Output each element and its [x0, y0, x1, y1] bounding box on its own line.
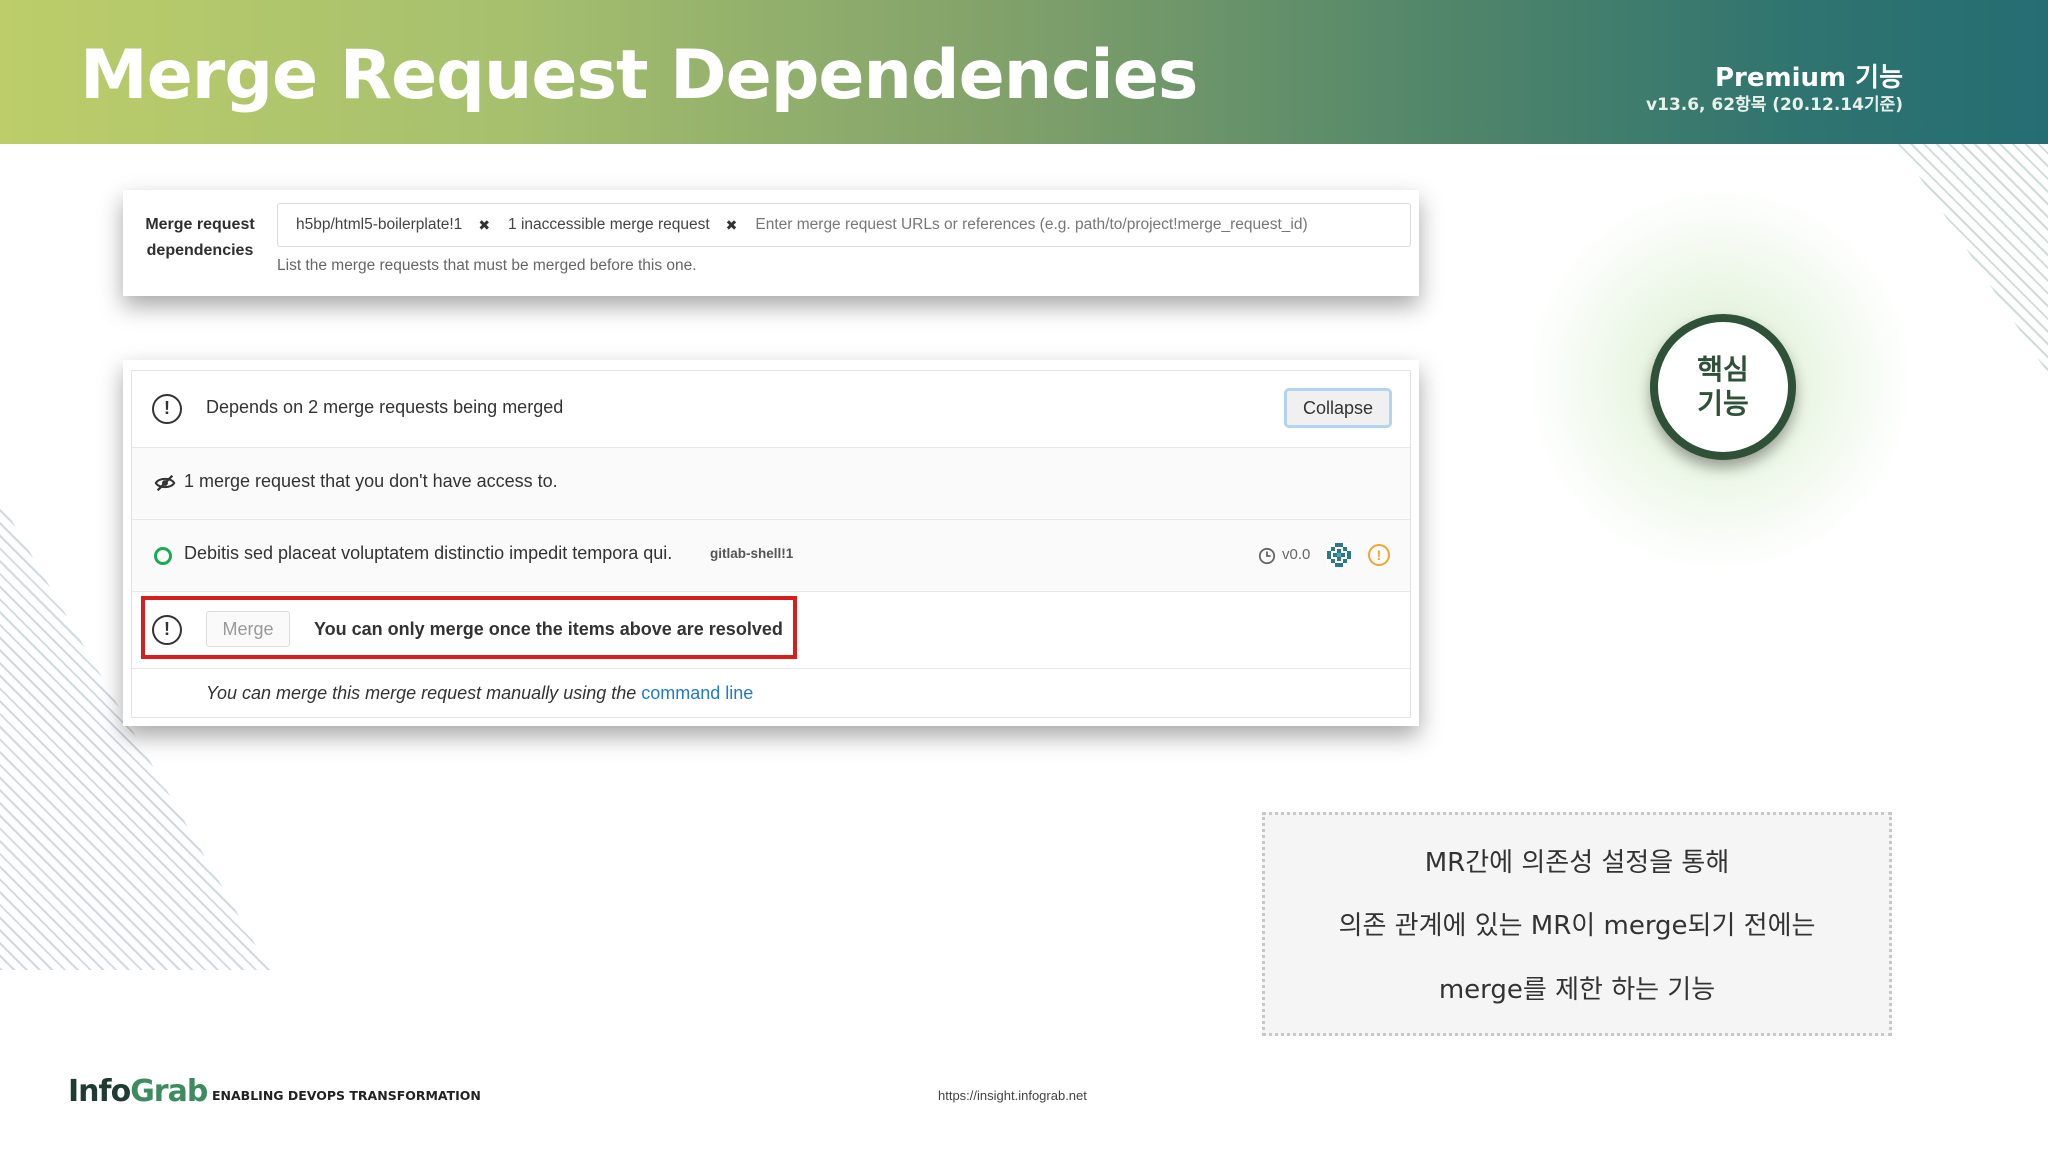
manual-merge-text: You can merge this merge request manuall…	[206, 683, 754, 703]
description-line: 의존 관계에 있는 MR이 merge되기 전에는	[1338, 911, 1816, 942]
command-line-link[interactable]: command line	[641, 683, 753, 703]
merge-widget-panel: ! Depends on 2 merge requests being merg…	[123, 360, 1419, 726]
premium-info: Premium 기능 v13.6, 62항목 (20.12.14기준)	[1646, 62, 1903, 116]
inaccessible-text: 1 merge request that you don't have acce…	[184, 471, 558, 491]
footer-tagline: ENABLING DEVOPS TRANSFORMATION	[212, 1088, 481, 1103]
inaccessible-row: 1 merge request that you don't have acce…	[132, 448, 1410, 520]
collapse-button[interactable]: Collapse	[1284, 388, 1392, 428]
dependency-reference: gitlab-shell!1	[710, 546, 794, 561]
remove-token-icon[interactable]: ✖	[726, 217, 738, 234]
remove-token-icon[interactable]: ✖	[478, 217, 490, 234]
input-placeholder: Enter merge request URLs or references (…	[755, 216, 1308, 233]
milestone-label: v0.0	[1282, 546, 1311, 563]
clock-icon	[1258, 547, 1276, 565]
dependency-item-row[interactable]: Debitis sed placeat voluptatem distincti…	[132, 520, 1410, 592]
token-label: h5bp/html5-boilerplate!1	[296, 216, 463, 233]
eye-slash-icon	[154, 474, 176, 492]
description-box: MR간에 의존성 설정을 통해 의존 관계에 있는 MR이 merge되기 전에…	[1262, 812, 1892, 1036]
dependency-token: h5bp/html5-boilerplate!1 ✖	[296, 216, 490, 234]
merge-widget: ! Depends on 2 merge requests being merg…	[131, 370, 1411, 718]
version-label: v13.6, 62항목 (20.12.14기준)	[1646, 95, 1903, 115]
pipeline-avatar-icon[interactable]	[1324, 540, 1354, 570]
manual-merge-row: You can merge this merge request manuall…	[132, 669, 1410, 718]
alert-icon[interactable]: !	[1368, 544, 1390, 566]
description-line: merge를 제한 하는 기능	[1438, 974, 1716, 1005]
merge-blocked-text: You can only merge once the items above …	[314, 619, 783, 639]
dependencies-input[interactable]: h5bp/html5-boilerplate!1 ✖ 1 inaccessibl…	[277, 203, 1411, 247]
merge-action-row: ! Merge You can only merge once the item…	[132, 592, 1410, 669]
dependencies-field-label: Merge request dependencies	[145, 216, 255, 259]
slide-title: Merge Request Dependencies	[80, 36, 1198, 115]
help-text: List the merge requests that must be mer…	[277, 257, 697, 274]
dependency-token: 1 inaccessible merge request ✖	[508, 216, 737, 234]
dependencies-summary: Depends on 2 merge requests being merged	[206, 397, 564, 417]
open-status-icon	[154, 547, 172, 565]
infograb-logo: InfoGrab	[68, 1074, 208, 1109]
dependency-title[interactable]: Debitis sed placeat voluptatem distincti…	[184, 543, 672, 564]
warning-icon: !	[152, 615, 182, 645]
dependencies-header-row: ! Depends on 2 merge requests being merg…	[132, 371, 1410, 448]
merge-button[interactable]: Merge	[206, 611, 290, 647]
description-line: MR간에 의존성 설정을 통해	[1424, 848, 1730, 879]
footer-url: https://insight.infograb.net	[938, 1088, 1087, 1103]
decorative-stripes-top-right	[1898, 144, 2048, 374]
premium-label: Premium 기능	[1714, 63, 1903, 93]
header-banner: Merge Request Dependencies Premium 기능 v1…	[0, 0, 2048, 144]
token-label: 1 inaccessible merge request	[508, 216, 710, 233]
key-feature-badge: 핵심 기능	[1650, 314, 1796, 460]
mr-dependencies-settings-panel: Merge request dependencies h5bp/html5-bo…	[123, 190, 1419, 296]
warning-icon: !	[152, 394, 182, 424]
